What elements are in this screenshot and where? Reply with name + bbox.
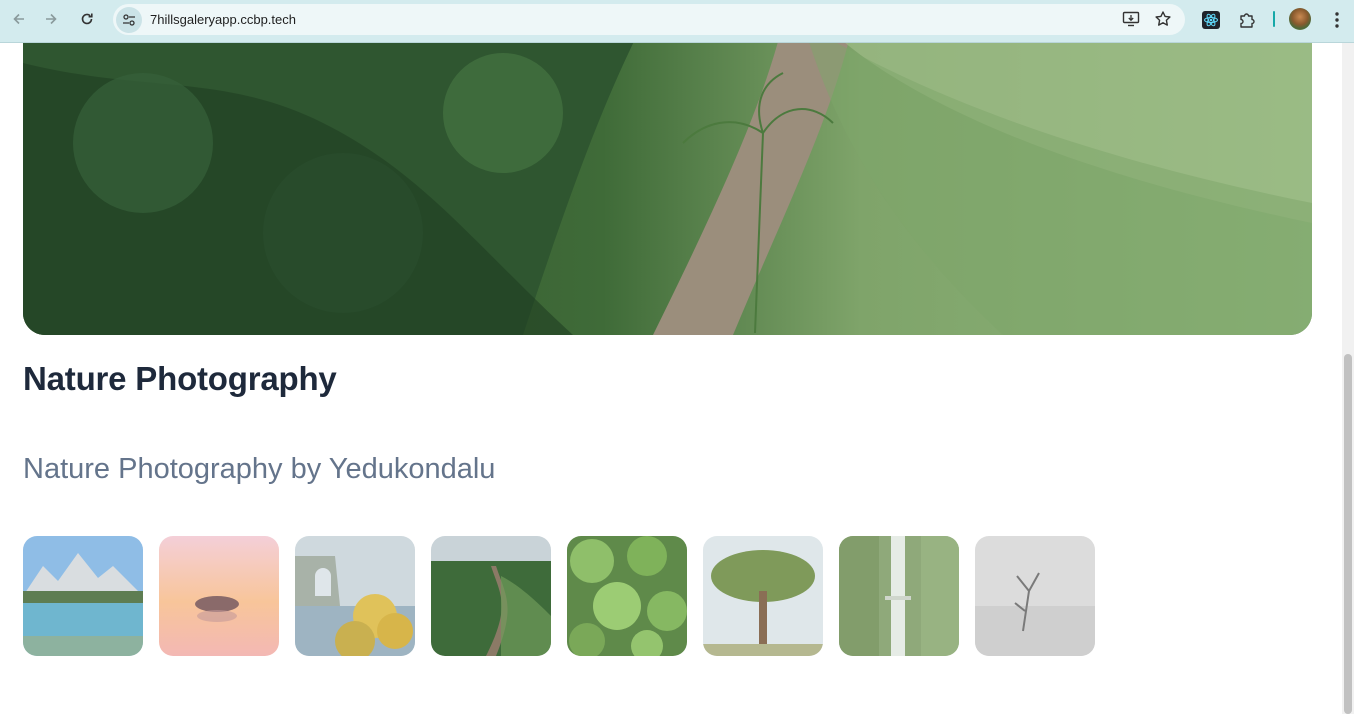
back-arrow-icon[interactable]	[6, 6, 32, 32]
react-devtools-icon[interactable]	[1198, 7, 1224, 33]
puzzle-icon[interactable]	[1234, 7, 1260, 33]
browser-toolbar: 7hillsgaleryapp.ccbp.tech	[0, 0, 1354, 43]
site-settings-icon[interactable]	[116, 6, 142, 33]
thumbnail-misty-tree[interactable]	[975, 536, 1095, 656]
thumbnail-lake-mountains[interactable]	[23, 536, 143, 656]
thumbnail-sea-cliff-flowers[interactable]	[295, 536, 415, 656]
page-title: Nature Photography	[23, 360, 337, 397]
install-app-icon[interactable]	[1119, 7, 1143, 31]
thumbnail-list	[23, 536, 1095, 656]
thumbnail-sunset-island[interactable]	[159, 536, 279, 656]
thumbnail-green-leaves[interactable]	[567, 536, 687, 656]
hero-image	[23, 43, 1312, 335]
page-content: Nature Photography Nature Photography by…	[0, 43, 1342, 714]
url-text[interactable]: 7hillsgaleryapp.ccbp.tech	[150, 12, 296, 27]
forward-arrow-icon[interactable]	[38, 6, 64, 32]
scrollbar-thumb[interactable]	[1344, 354, 1352, 714]
thumbnail-waterfall[interactable]	[839, 536, 959, 656]
address-bar[interactable]: 7hillsgaleryapp.ccbp.tech	[113, 4, 1185, 35]
thumbnail-hill-path[interactable]	[431, 536, 551, 656]
avatar[interactable]	[1289, 8, 1311, 30]
kebab-menu-icon[interactable]	[1324, 7, 1350, 33]
thumbnail-lone-tree[interactable]	[703, 536, 823, 656]
reload-icon[interactable]	[74, 6, 100, 32]
page-subtitle: Nature Photography by Yedukondalu	[23, 453, 496, 485]
page-scrollbar[interactable]	[1342, 43, 1354, 714]
star-icon[interactable]	[1151, 7, 1175, 31]
toolbar-divider	[1273, 11, 1275, 27]
